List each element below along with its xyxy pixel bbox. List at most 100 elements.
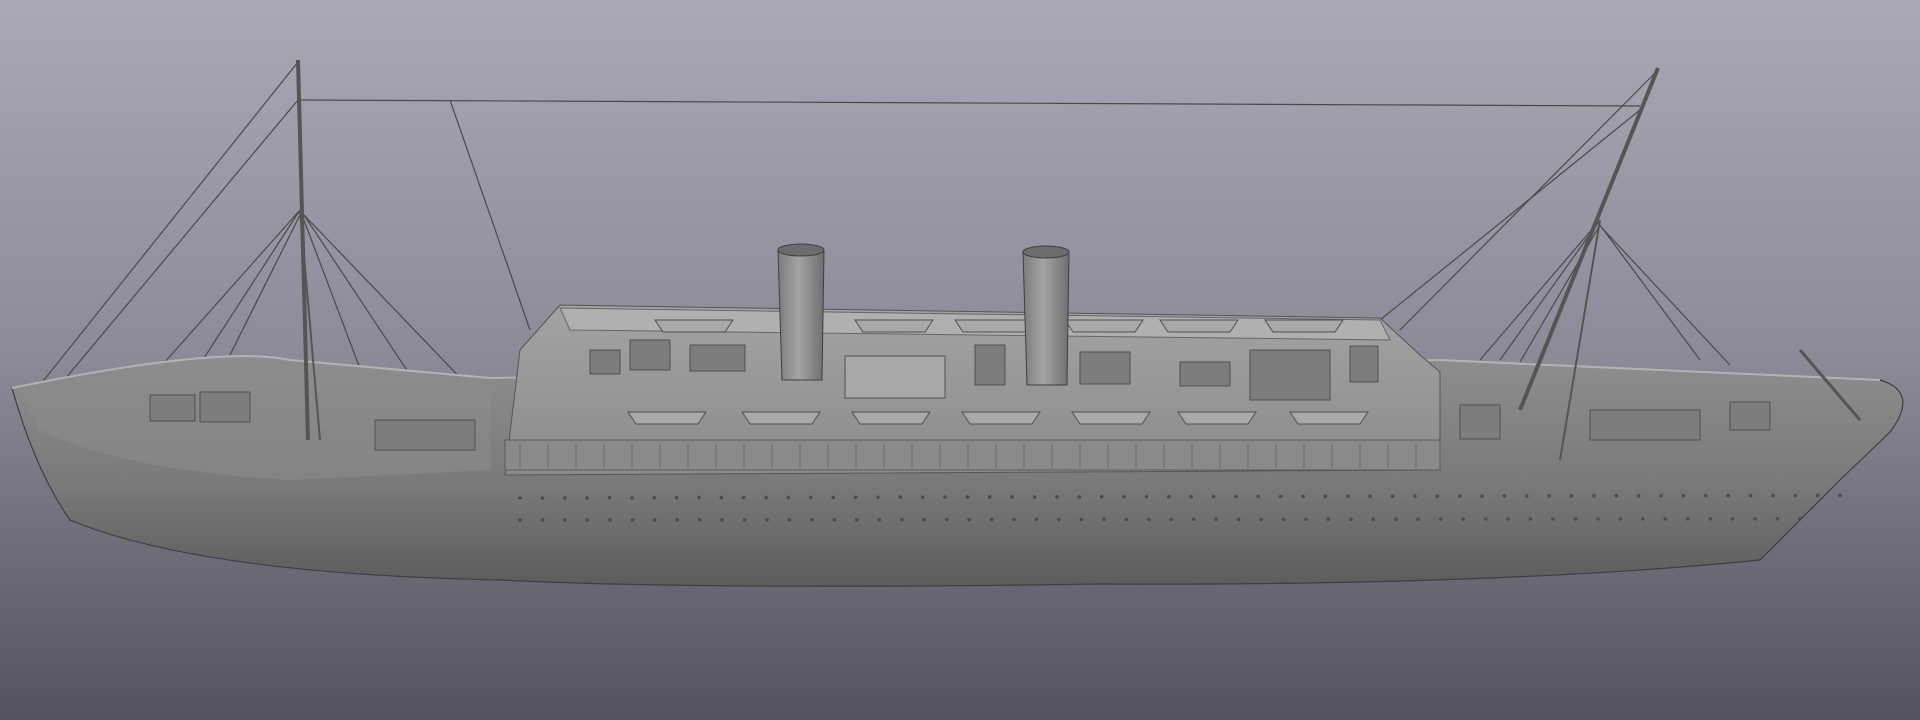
- porthole: [1236, 517, 1241, 522]
- porthole: [1596, 517, 1600, 521]
- lifeboat: [1177, 411, 1257, 425]
- porthole: [563, 518, 567, 522]
- porthole: [922, 517, 926, 522]
- lifeboat: [654, 319, 734, 333]
- porthole: [742, 518, 747, 522]
- porthole: [585, 518, 590, 522]
- lifeboat: [954, 319, 1034, 333]
- porthole: [1636, 494, 1641, 498]
- lifeboat: [961, 411, 1041, 425]
- porthole: [810, 517, 814, 522]
- porthole: [832, 517, 837, 522]
- porthole: [1685, 517, 1690, 521]
- porthole: [1614, 494, 1619, 498]
- porthole: [697, 518, 702, 522]
- porthole: [1326, 517, 1331, 521]
- lifeboat: [851, 411, 931, 425]
- lifeboat: [1071, 411, 1151, 425]
- porthole: [1012, 517, 1016, 522]
- porthole: [1057, 517, 1061, 522]
- lifeboat: [1064, 319, 1144, 333]
- porthole: [1278, 494, 1283, 499]
- porthole: [1726, 493, 1730, 498]
- porthole: [1525, 494, 1529, 498]
- porthole: [1659, 493, 1663, 498]
- porthole: [1551, 517, 1555, 521]
- porthole: [1681, 493, 1686, 498]
- porthole: [1390, 494, 1395, 499]
- porthole: [1413, 494, 1417, 499]
- porthole: [1256, 494, 1261, 499]
- porthole: [518, 496, 522, 500]
- porthole: [1099, 495, 1104, 499]
- funnel-forward: [777, 243, 825, 381]
- porthole: [809, 495, 813, 500]
- porthole: [1480, 494, 1484, 498]
- porthole: [988, 495, 992, 499]
- porthole: [1641, 517, 1645, 521]
- porthole: [1547, 494, 1551, 498]
- porthole: [1167, 494, 1171, 499]
- porthole: [1793, 493, 1798, 498]
- porthole: [989, 517, 994, 522]
- porthole: [1708, 517, 1712, 521]
- porthole: [1234, 494, 1238, 499]
- porthole: [1144, 494, 1149, 499]
- porthole: [1461, 517, 1465, 521]
- lifeboat: [1264, 319, 1344, 333]
- porthole: [1528, 517, 1533, 521]
- porthole: [1032, 495, 1037, 499]
- 3d-viewport[interactable]: [0, 0, 1920, 720]
- porthole: [562, 496, 567, 500]
- porthole: [1730, 517, 1735, 521]
- porthole: [1815, 493, 1820, 498]
- porthole: [540, 496, 545, 500]
- porthole: [630, 496, 634, 500]
- porthole: [1147, 517, 1151, 522]
- porthole: [1077, 495, 1082, 499]
- porthole: [1569, 494, 1574, 498]
- porthole: [967, 517, 971, 522]
- porthole: [1753, 517, 1757, 521]
- porthole: [900, 517, 904, 522]
- porthole: [965, 495, 970, 499]
- porthole: [607, 496, 612, 500]
- porthole: [652, 495, 656, 500]
- porthole: [1457, 494, 1462, 498]
- porthole: [1055, 495, 1059, 499]
- lifeboat: [1289, 411, 1369, 425]
- porthole: [1214, 517, 1218, 522]
- porthole: [608, 518, 612, 522]
- porthole: [719, 495, 724, 500]
- lifeboat: [854, 319, 934, 333]
- porthole: [1349, 517, 1353, 521]
- porthole: [1034, 517, 1039, 522]
- porthole: [1281, 517, 1286, 521]
- porthole: [920, 495, 925, 500]
- porthole: [853, 495, 858, 500]
- porthole: [675, 518, 679, 522]
- porthole: [1663, 517, 1668, 521]
- porthole: [1704, 493, 1708, 498]
- porthole: [720, 518, 724, 522]
- porthole: [786, 495, 791, 500]
- porthole: [540, 518, 545, 522]
- porthole: [1102, 517, 1106, 522]
- lifeboat: [1159, 319, 1239, 333]
- porthole: [944, 517, 949, 522]
- porthole: [764, 495, 768, 500]
- porthole: [1506, 517, 1510, 521]
- lifeboat: [741, 411, 821, 425]
- porthole: [1191, 517, 1196, 522]
- porthole: [1771, 493, 1775, 498]
- porthole: [1323, 494, 1328, 499]
- porthole: [943, 495, 947, 499]
- porthole: [1122, 495, 1126, 499]
- porthole: [1189, 494, 1193, 499]
- lifeboat: [627, 411, 707, 425]
- porthole: [1502, 494, 1507, 498]
- porthole: [518, 518, 522, 522]
- promenade-deck: [504, 439, 1441, 471]
- porthole: [585, 496, 589, 500]
- porthole: [1368, 494, 1372, 499]
